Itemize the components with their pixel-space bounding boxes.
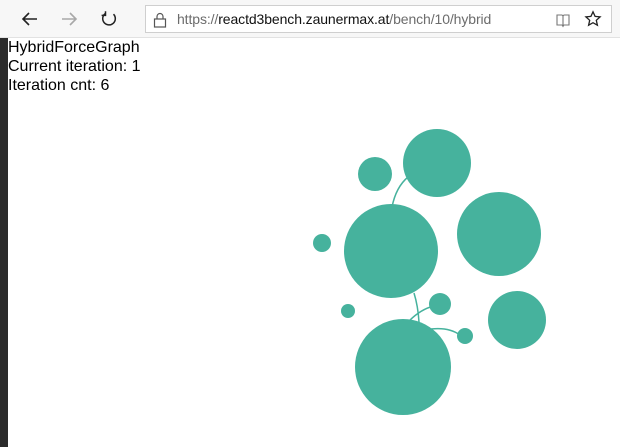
- graph-link: [413, 292, 420, 323]
- graph-node[interactable]: [313, 234, 331, 252]
- graph-node[interactable]: [355, 319, 451, 415]
- graph-node[interactable]: [488, 291, 546, 349]
- force-graph: [313, 129, 546, 415]
- graph-link: [391, 176, 409, 208]
- graph-node[interactable]: [429, 293, 451, 315]
- graph-node[interactable]: [344, 204, 438, 298]
- graph-node[interactable]: [457, 192, 541, 276]
- graph-node[interactable]: [341, 304, 355, 318]
- graph-node[interactable]: [403, 129, 471, 197]
- graph-node[interactable]: [358, 157, 392, 191]
- graph-node[interactable]: [457, 328, 473, 344]
